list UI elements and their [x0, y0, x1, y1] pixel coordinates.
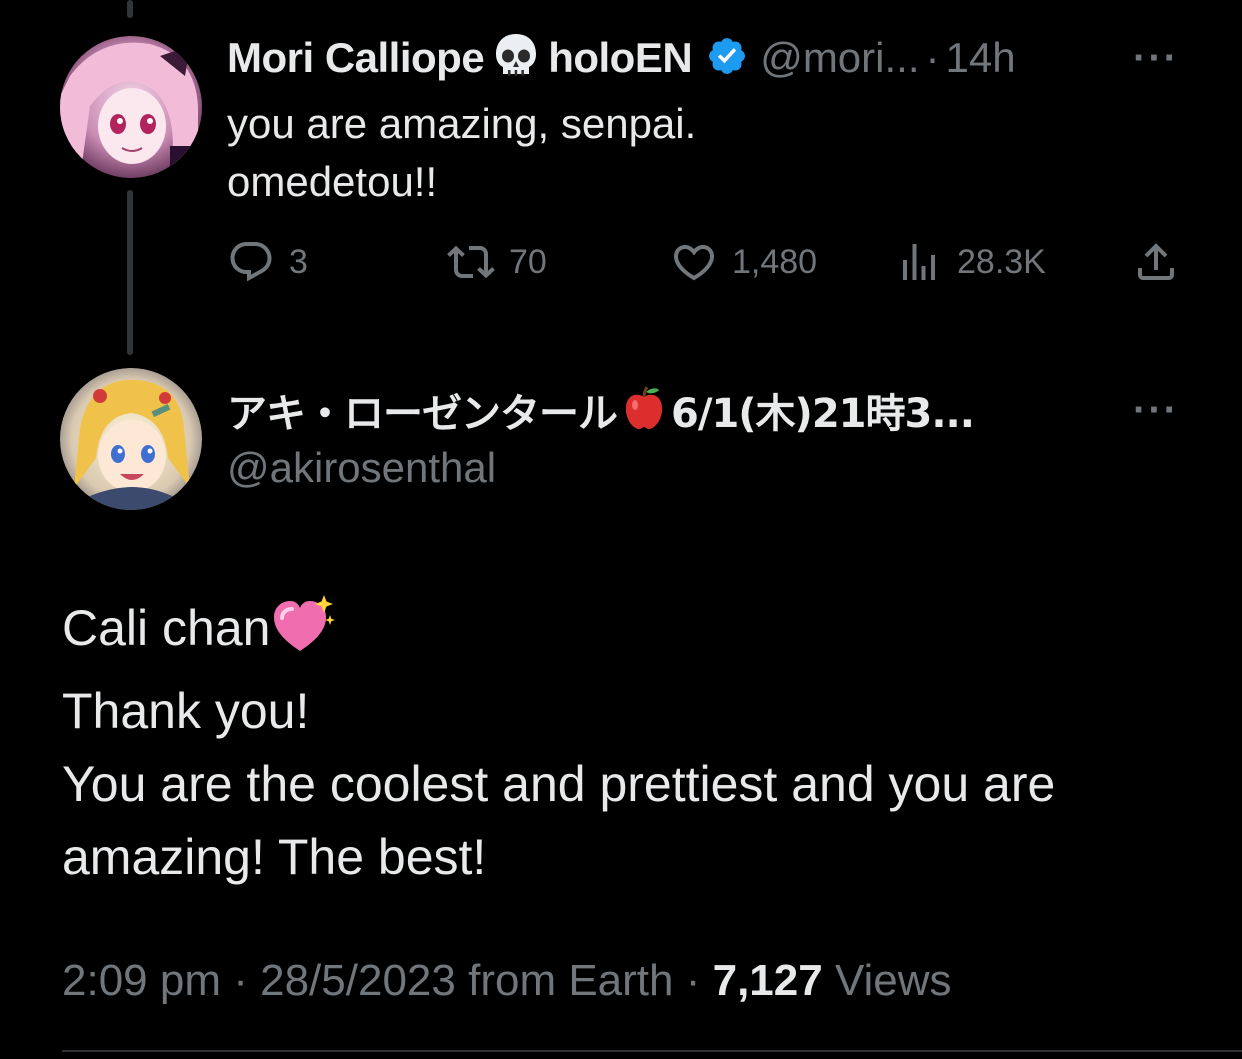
main-text-line-3: You are the coolest and prettiest and yo…: [62, 756, 1056, 812]
reply-name-suffix[interactable]: holoEN: [548, 34, 692, 82]
meta-separator-1: ·: [233, 956, 248, 1005]
comment-icon: [230, 242, 272, 282]
views-button[interactable]: 28.3K: [895, 238, 1046, 286]
reply-timestamp[interactable]: 14h: [946, 34, 1016, 82]
avatar-aki-rosenthal[interactable]: [60, 368, 202, 510]
main-more-button[interactable]: ···: [1133, 388, 1179, 433]
main-handle[interactable]: @akirosenthal: [227, 444, 496, 492]
reply-text-line-2: omedetou!!: [227, 158, 438, 205]
views-label: Views: [834, 956, 952, 1005]
like-count: 1,480: [732, 242, 818, 281]
divider: [62, 1050, 1242, 1052]
tweet-time[interactable]: 2:09 pm: [62, 956, 221, 1005]
retweet-count: 70: [509, 242, 547, 281]
like-button[interactable]: 1,480: [670, 238, 817, 286]
reply-name-row: Mori Calliope holoEN @mori... · 14h: [227, 32, 1016, 84]
reply-text: you are amazing, senpai. omedetou!!: [227, 95, 696, 211]
heart-icon: [673, 245, 715, 281]
main-name-row: アキ・ローゼンタール 6/1(木)21時3...: [227, 381, 975, 439]
main-tweet-text: Cali chan Thank you! You are the coolest…: [62, 592, 1212, 894]
reply-text-line-1: you are amazing, senpai.: [227, 100, 697, 147]
tweet-meta-row: 2:09 pm · 28/5/2023 from Earth · 7,127 V…: [62, 956, 952, 1006]
meta-separator-2: ·: [685, 956, 701, 1005]
verified-badge-icon: [706, 35, 748, 82]
main-display-name[interactable]: アキ・ローゼンタール: [227, 381, 618, 439]
retweet-icon: [447, 245, 495, 279]
views-total-count[interactable]: 7,127: [713, 956, 823, 1005]
reply-count: 3: [289, 242, 308, 281]
share-icon: [1138, 243, 1174, 280]
reply-action-bar: 3 70 1,480 28.3K: [227, 238, 1182, 294]
reply-display-name[interactable]: Mori Calliope: [227, 34, 485, 82]
analytics-icon: [903, 244, 935, 280]
reply-handle[interactable]: @mori...: [760, 34, 919, 82]
main-text-line-2: Thank you!: [62, 683, 310, 739]
main-text-line-1-row: Cali chan: [62, 592, 1212, 675]
apple-icon: [619, 383, 669, 438]
main-handle-row: @akirosenthal: [227, 444, 496, 492]
tweet-date[interactable]: 28/5/2023: [260, 956, 456, 1005]
views-count: 28.3K: [957, 242, 1046, 281]
tweet-detail-page: Mori Calliope holoEN @mori... · 14h ··· …: [0, 0, 1242, 1059]
sparkling-heart-icon: [272, 593, 336, 675]
main-name-suffix[interactable]: 6/1(木)21時3...: [671, 381, 975, 439]
thread-line-connector: [127, 190, 133, 355]
reply-separator: ·: [925, 34, 940, 81]
thread-line-top: [127, 0, 133, 18]
avatar-mori-calliope[interactable]: [60, 36, 202, 178]
skull-icon: [490, 30, 542, 87]
main-text-line-4: amazing! The best!: [62, 829, 487, 885]
reply-button[interactable]: 3: [227, 238, 308, 286]
share-button[interactable]: [1132, 238, 1194, 286]
reply-more-button[interactable]: ···: [1133, 36, 1179, 81]
retweet-button[interactable]: 70: [447, 238, 547, 286]
tweet-source: from Earth: [468, 956, 674, 1005]
main-text-line-1: Cali chan: [62, 600, 271, 656]
